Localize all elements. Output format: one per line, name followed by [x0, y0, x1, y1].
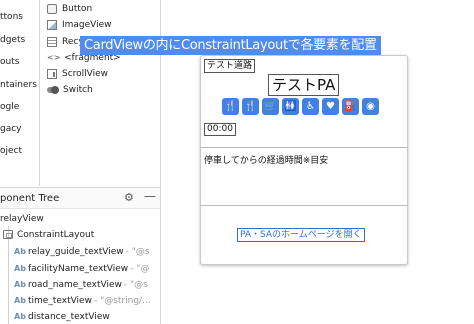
android-studio-layout-editor: ttons dgets outs ntainers ogle gacy ojec…	[0, 0, 474, 324]
palette-list: Button ImageView Recy <> <fragment> Scro…	[41, 0, 160, 186]
constraintlayout-icon	[3, 230, 13, 239]
textview-icon: Ab	[14, 264, 26, 273]
restaurant-icon[interactable]: 🍴	[222, 98, 239, 115]
category-containers[interactable]: ntainers	[0, 80, 37, 90]
facility-icon-row: 🍴 🍴 🛒 🚻 ♿ ♥ ⛽ ◉	[222, 98, 379, 116]
relay-guide-textview[interactable]: テスト道路	[204, 59, 256, 73]
info-icon[interactable]: ◉	[362, 98, 379, 115]
textview-icon: Ab	[14, 247, 26, 256]
palette-categories: ttons dgets outs ntainers ogle gacy ojec…	[0, 0, 40, 186]
distance-textview[interactable]: 停車してからの経過時間※目安	[204, 153, 328, 166]
tree-row-relay-guide[interactable]: Ab relay_guide_textView - "@s	[14, 244, 150, 259]
tree-row-label: time_textView	[28, 295, 92, 306]
gear-icon[interactable]: ⚙	[124, 191, 134, 204]
palette-item-scrollview[interactable]: ScrollView	[47, 67, 108, 81]
tree-row-label: facilityName_textView	[28, 263, 129, 274]
palette-item-label: ScrollView	[62, 69, 109, 79]
tree-row-label: relayView	[0, 213, 44, 224]
textview-icon: Ab	[14, 280, 26, 289]
tree-row-hint: - "@s	[123, 279, 148, 290]
tree-row-road-name[interactable]: Ab road_name_textView - "@s	[14, 277, 148, 292]
tree-row-label: relay_guide_textView	[28, 246, 124, 257]
switch-icon	[47, 86, 59, 94]
facility-name-textview[interactable]: テストPA	[268, 74, 340, 96]
tree-row-hint: - "@string/...	[93, 295, 151, 306]
time-textview[interactable]: 00:00	[204, 123, 236, 136]
palette-item-imageview[interactable]: ImageView	[47, 18, 112, 32]
accessible-icon[interactable]: ♿	[302, 98, 319, 115]
textview-icon: Ab	[14, 312, 26, 321]
gas-station-icon[interactable]: ⛽	[342, 98, 359, 115]
restroom-icon[interactable]: 🚻	[282, 98, 299, 115]
tree-row-hint: - "@	[130, 263, 150, 274]
card-divider	[201, 147, 407, 148]
tree-row-label: road_name_textView	[28, 279, 122, 290]
category-google[interactable]: ogle	[0, 102, 19, 112]
shop-icon[interactable]: 🛒	[262, 98, 279, 115]
category-project[interactable]: oject	[0, 146, 22, 156]
tree-row-relayview[interactable]: relayView	[0, 211, 44, 226]
category-buttons[interactable]: ttons	[0, 12, 23, 22]
palette-item-recyclerview[interactable]: Recy	[47, 35, 84, 49]
textview-icon: Ab	[14, 296, 26, 305]
tree-row-time[interactable]: Ab time_textView - "@string/...	[14, 293, 151, 308]
button-icon	[47, 4, 57, 14]
palette-item-label: ImageView	[62, 20, 112, 30]
open-homepage-button[interactable]: PA・SAのホームページを開く	[237, 228, 365, 242]
fragment-icon: <>	[47, 53, 61, 62]
tree-row-hint: - "@s	[125, 246, 150, 257]
minimize-icon[interactable]: —	[144, 189, 156, 203]
palette-item-switch[interactable]: Switch	[47, 83, 93, 97]
palette-item-label: Button	[62, 4, 93, 14]
tree-row-constraintlayout[interactable]: ConstraintLayout	[3, 227, 94, 242]
component-tree-header: ponent Tree ⚙ —	[0, 187, 160, 209]
palette-item-button[interactable]: Button	[47, 2, 92, 16]
tree-row-distance[interactable]: Ab distance_textView	[14, 309, 110, 324]
category-layouts[interactable]: outs	[0, 57, 19, 67]
category-widgets[interactable]: dgets	[0, 35, 25, 45]
hospitality-icon[interactable]: ♥	[322, 98, 339, 115]
snack-icon[interactable]: 🍴	[242, 98, 259, 115]
palette-item-label: Switch	[63, 85, 93, 95]
category-legacy[interactable]: gacy	[0, 124, 22, 134]
tree-row-label: distance_textView	[28, 311, 110, 322]
tree-row-facility-name[interactable]: Ab facilityName_textView - "@	[14, 261, 149, 276]
annotation-banner: CardViewの内にConstraintLayoutで各要素を配置	[80, 36, 381, 55]
recyclerview-icon	[47, 37, 57, 47]
component-tree-title: ponent Tree	[0, 193, 60, 204]
tree-row-label: ConstraintLayout	[17, 229, 95, 240]
card-divider	[201, 205, 407, 206]
imageview-icon	[47, 20, 57, 30]
scrollview-icon	[47, 69, 57, 79]
